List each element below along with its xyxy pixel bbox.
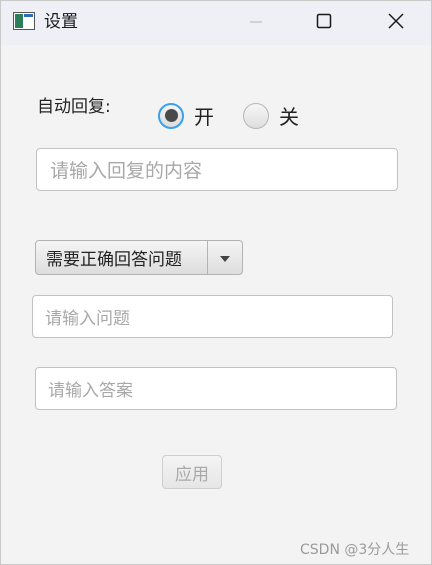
close-icon	[388, 13, 404, 33]
apply-button[interactable]: 应用	[162, 455, 222, 489]
verification-mode-dropdown[interactable]: 需要正确回答问题	[35, 240, 243, 275]
radio-selected-icon	[158, 102, 184, 129]
watermark: CSDN @3分人生	[300, 542, 410, 558]
radio-on-label: 开	[194, 105, 214, 129]
auto-reply-label: 自动回复:	[37, 97, 111, 117]
radio-on[interactable]: 开	[158, 101, 214, 130]
minimize-button[interactable]	[233, 1, 279, 45]
radio-dot	[164, 109, 178, 122]
close-button[interactable]	[373, 1, 419, 45]
dropdown-arrow-button[interactable]	[207, 241, 242, 274]
reply-content-input[interactable]: 请输入回复的内容	[36, 148, 398, 191]
minimize-icon	[249, 14, 263, 33]
settings-window: 设置 自动回复: 开 关 请输入回复的内容 需要正确回答问题 请输入问题 请输入…	[0, 0, 432, 565]
question-placeholder: 请输入问题	[45, 309, 130, 329]
question-input[interactable]: 请输入问题	[32, 295, 393, 338]
radio-unselected-icon	[243, 102, 269, 129]
reply-content-placeholder: 请输入回复的内容	[50, 160, 203, 182]
answer-placeholder: 请输入答案	[48, 381, 133, 401]
maximize-icon	[316, 13, 332, 33]
app-window-icon	[13, 12, 35, 30]
radio-off-label: 关	[279, 105, 299, 129]
verification-mode-value: 需要正确回答问题	[46, 250, 182, 270]
answer-input[interactable]: 请输入答案	[35, 367, 397, 410]
title-bar: 设置	[1, 1, 431, 45]
chevron-down-icon	[219, 248, 231, 267]
radio-off[interactable]: 关	[243, 101, 299, 130]
window-title: 设置	[44, 12, 78, 32]
maximize-button[interactable]	[301, 1, 347, 45]
